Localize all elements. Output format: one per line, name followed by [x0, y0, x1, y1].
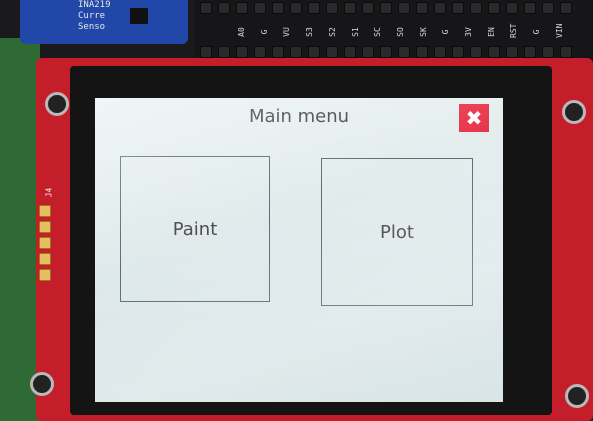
header-pin [290, 46, 302, 58]
header-pin [488, 2, 500, 14]
pin-label: S1 [350, 27, 360, 37]
header-pin [542, 46, 554, 58]
side-pin [39, 237, 51, 249]
header-pin [398, 2, 410, 14]
current-sensor-board: INA219 Curre Senso [20, 0, 188, 44]
pin-label: SC [373, 27, 383, 37]
mount-hole-top-right [562, 100, 586, 124]
pin-label: VIN [554, 23, 564, 38]
sensor-board-text: INA219 Curre Senso [78, 0, 111, 33]
header-pin [218, 46, 230, 58]
side-pin [39, 205, 51, 217]
header-pin [524, 46, 536, 58]
paint-label: Paint [172, 218, 218, 240]
close-button[interactable]: ✖ [459, 104, 489, 132]
header-pin [344, 46, 356, 58]
header-pin [506, 46, 518, 58]
sensor-text-line-1: INA219 [78, 0, 111, 10]
header-pin [308, 2, 320, 14]
header-pin [236, 2, 248, 14]
header-pin [506, 2, 518, 14]
header-pin [470, 46, 482, 58]
close-icon: ✖ [465, 106, 483, 130]
pin-label: 3V [464, 27, 474, 37]
header-pin [524, 2, 536, 14]
pin-label: SK [418, 27, 428, 37]
header-pin [272, 2, 284, 14]
paint-button[interactable]: Paint [120, 156, 270, 302]
pin-labels: A0 G VU S3 S2 S1 SC SO SK G 3V EN RST G VIN [237, 22, 570, 42]
header-pin [452, 46, 464, 58]
sensor-chip [130, 8, 148, 24]
header-pin [308, 46, 320, 58]
pin-header-top [200, 2, 590, 16]
header-pin [362, 46, 374, 58]
header-pin [416, 46, 428, 58]
mount-hole-bottom-right [565, 384, 589, 408]
plot-label: Plot [380, 221, 414, 243]
lcd-screen: Main menu ✖ Paint Plot [95, 98, 503, 402]
pin-label: A0 [237, 27, 246, 37]
header-pin [326, 2, 338, 14]
header-pin [560, 46, 572, 58]
header-pin [434, 2, 446, 14]
header-pin [218, 2, 230, 14]
header-pin [380, 46, 392, 58]
header-pin [272, 46, 284, 58]
pin-label: G [441, 29, 451, 35]
header-pin [434, 46, 446, 58]
header-pin [200, 2, 212, 14]
mount-hole-bottom-left [30, 372, 54, 396]
header-pin [326, 46, 338, 58]
header-pin [452, 2, 464, 14]
pin-label: G [532, 29, 542, 35]
pin-label: RST [509, 23, 519, 38]
header-pin [290, 2, 302, 14]
header-pin [560, 2, 572, 14]
side-header-pins [39, 205, 51, 285]
pin-label: S3 [305, 27, 315, 37]
header-pin [470, 2, 482, 14]
header-pin [344, 2, 356, 14]
header-pin [236, 46, 248, 58]
header-pin [254, 2, 266, 14]
header-pin [416, 2, 428, 14]
pin-label: VU [282, 27, 292, 37]
sensor-text-line-3: Senso [78, 22, 106, 32]
mount-hole-top-left [45, 92, 69, 116]
pin-label: SO [395, 27, 405, 37]
header-pin [542, 2, 554, 14]
side-pin [39, 253, 51, 265]
header-pin [380, 2, 392, 14]
sensor-text-line-2: Curre [78, 11, 106, 21]
header-pin [398, 46, 410, 58]
header-pin [200, 46, 212, 58]
header-pin [254, 46, 266, 58]
page-title: Main menu [248, 106, 350, 127]
side-pin [39, 269, 51, 281]
green-pcb [0, 38, 40, 421]
plot-button[interactable]: Plot [321, 158, 473, 306]
pin-label: G [259, 29, 269, 35]
header-pin [362, 2, 374, 14]
pin-label: S2 [327, 27, 337, 37]
header-pin [488, 46, 500, 58]
silkscreen-j4: J4 [44, 187, 54, 198]
side-pin [39, 221, 51, 233]
pin-label: EN [486, 27, 496, 37]
